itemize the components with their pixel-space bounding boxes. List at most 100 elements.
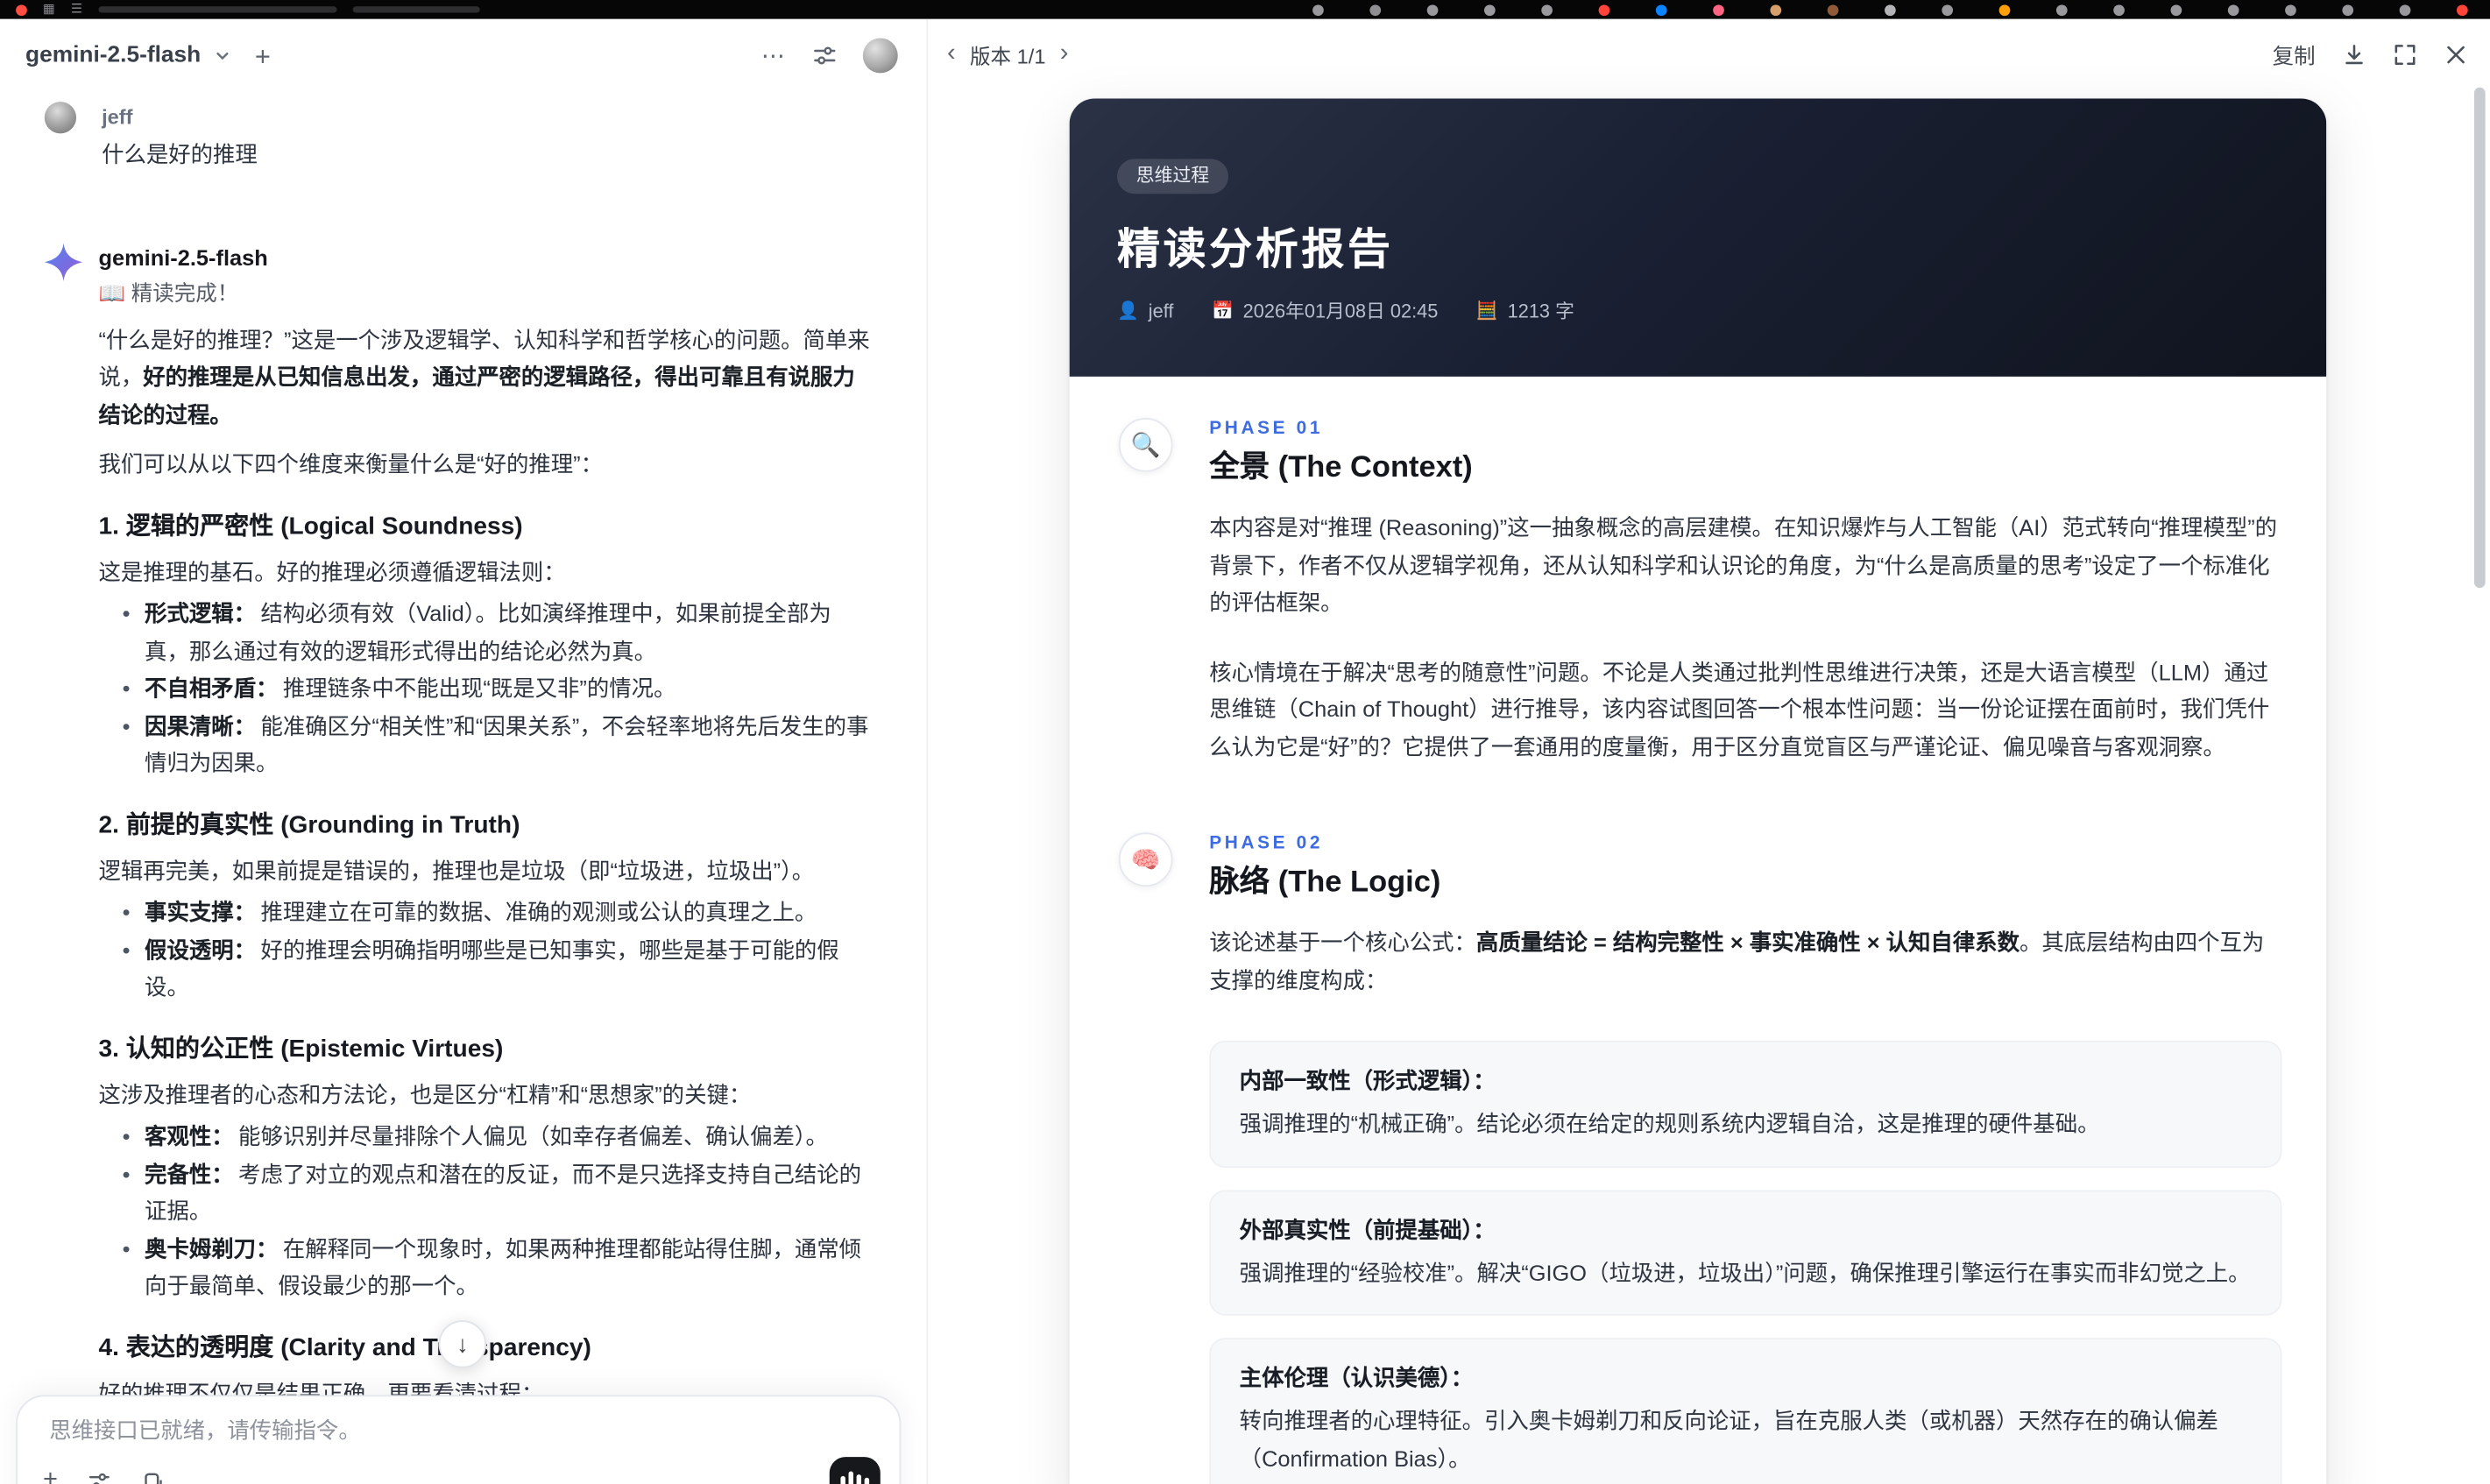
meta-author: 👤 jeff bbox=[1117, 299, 1174, 322]
magnifier-icon: 🔍 bbox=[1118, 418, 1173, 472]
arrow-down-icon: ↓ bbox=[456, 1330, 469, 1358]
phase-section-context: 🔍 PHASE 01 全景 (The Context) 本内容是对“推理 (Re… bbox=[1118, 418, 2282, 766]
phase-label: PHASE 02 bbox=[1209, 834, 1324, 853]
section-heading: 2. 前提的真实性 (Grounding in Truth) bbox=[98, 810, 520, 838]
chat-header-actions: ⋯ bbox=[761, 38, 898, 74]
chat-header: gemini-2.5-flash + ⋯ bbox=[0, 19, 926, 92]
artifact-toolbar: ‹ 版本 1/1 › 复制 bbox=[928, 19, 2490, 89]
attach-plus-button[interactable]: + bbox=[43, 1467, 58, 1484]
menubar-app-icon[interactable] bbox=[1942, 4, 1954, 16]
menubar-app-icon[interactable] bbox=[1770, 4, 1782, 16]
next-version-button[interactable]: › bbox=[1060, 40, 1069, 67]
waveform-icon bbox=[840, 1475, 845, 1484]
artifact-card: 思维过程 精读分析报告 👤 jeff 📅 2026年01月08日 02:45 🧮… bbox=[1069, 98, 2327, 1484]
section-intro: 逻辑再完美，如果前提是错误的，推理也是垃圾（即“垃圾进，垃圾出”）。 bbox=[98, 857, 815, 883]
assistant-paragraph: 我们可以从以下四个维度来衡量什么是“好的推理”： bbox=[98, 451, 603, 477]
menubar-app-icon[interactable] bbox=[2456, 4, 2468, 16]
system-menubar: ▦ ☰ bbox=[0, 0, 2490, 19]
menu-icon[interactable]: ☰ bbox=[71, 3, 82, 17]
user-message-avatar bbox=[44, 102, 77, 134]
completion-status: 📖 精读完成！ bbox=[98, 280, 239, 305]
model-name: gemini-2.5-flash bbox=[25, 42, 202, 68]
prev-version-button[interactable]: ‹ bbox=[947, 40, 956, 67]
menubar-app-icon[interactable] bbox=[1655, 4, 1667, 16]
bullet-list: 事实支撑：推理建立在可靠的数据、准确的观测或公认的真理之上。 假设透明：好的推理… bbox=[98, 894, 875, 1007]
chevron-down-icon bbox=[217, 53, 230, 60]
report-hero: 思维过程 精读分析报告 👤 jeff 📅 2026年01月08日 02:45 🧮… bbox=[1069, 98, 2327, 377]
menubar-app-icon[interactable] bbox=[1426, 4, 1439, 16]
settings-sliders-icon[interactable] bbox=[812, 43, 838, 68]
scrollbar-thumb[interactable] bbox=[2473, 87, 2486, 589]
menubar-app-icon[interactable] bbox=[2227, 4, 2239, 16]
voice-input-button[interactable] bbox=[829, 1457, 881, 1484]
list-item: 形式逻辑：结构必须有效（Valid）。比如演绎推理中，如果前提全部为真，那么通过… bbox=[123, 596, 876, 670]
record-icon[interactable] bbox=[16, 4, 27, 16]
phase-paragraph: 该论述基于一个核心公式：高质量结论 = 结构完整性 × 事实准确性 × 认知自律… bbox=[1209, 929, 2265, 993]
abacus-icon: 🧮 bbox=[1475, 301, 1498, 322]
menubar-status-icons bbox=[1312, 4, 2474, 16]
menubar-app-icon[interactable] bbox=[1541, 4, 1553, 16]
meta-date: 📅 2026年01月08日 02:45 bbox=[1211, 300, 1439, 323]
report-meta: 👤 jeff 📅 2026年01月08日 02:45 🧮 1213 字 bbox=[1117, 297, 2279, 324]
menubar-app-icon[interactable] bbox=[1598, 4, 1610, 16]
bullet-list: 形式逻辑：结构必须有效（Valid）。比如演绎推理中，如果前提全部为真，那么通过… bbox=[98, 596, 875, 782]
user-message: jeff 什么是好的推理 bbox=[44, 102, 876, 174]
version-navigator: ‹ 版本 1/1 › bbox=[947, 39, 1068, 68]
section-heading: 1. 逻辑的严密性 (Logical Soundness) bbox=[98, 512, 523, 540]
close-icon[interactable] bbox=[2444, 42, 2467, 66]
menubar-app-icon[interactable] bbox=[2170, 4, 2182, 16]
gemini-star-icon bbox=[44, 242, 83, 281]
section-intro: 这是推理的基石。好的推理必须遵循逻辑法则： bbox=[98, 558, 566, 584]
artifact-actions: 复制 bbox=[2273, 39, 2468, 70]
dimension-card: 主体伦理（认识美德）： 转向推理者的心理特征。引入奥卡姆剃刀和反向论证，旨在克服… bbox=[1209, 1338, 2282, 1484]
brain-icon: 🧠 bbox=[1118, 832, 1173, 887]
chat-panel: gemini-2.5-flash + ⋯ jeff 什么是好的推理 gemini… bbox=[0, 18, 927, 1484]
menubar-app-icon[interactable] bbox=[1885, 4, 1896, 16]
report-body: 🔍 PHASE 01 全景 (The Context) 本内容是对“推理 (Re… bbox=[1070, 377, 2327, 1484]
section-heading: 3. 认知的公正性 (Epistemic Virtues) bbox=[98, 1035, 504, 1063]
user-avatar[interactable] bbox=[862, 38, 898, 74]
menubar-app-icon[interactable] bbox=[1827, 4, 1839, 16]
clipboard-icon[interactable] bbox=[142, 1469, 166, 1484]
message-author: jeff bbox=[102, 104, 133, 129]
screen: ▦ ☰ gemini-2.5-flash + ⋯ jeff 什么是好的推理 ge… bbox=[0, 0, 2490, 1484]
list-item: 不自相矛盾：推理链条中不能出现“既是又非”的情况。 bbox=[123, 670, 876, 708]
report-badge: 思维过程 bbox=[1117, 159, 1228, 194]
download-icon[interactable] bbox=[2342, 42, 2366, 66]
menubar-app-icon[interactable] bbox=[2285, 4, 2296, 16]
grid-icon[interactable]: ▦ bbox=[43, 3, 55, 17]
menubar-app-icon[interactable] bbox=[2342, 4, 2354, 16]
scroll-to-bottom-button[interactable]: ↓ bbox=[438, 1320, 486, 1368]
copy-button[interactable]: 复制 bbox=[2273, 39, 2316, 70]
list-item: 因果清晰：能准确区分“相关性”和“因果关系”，不会轻率地将先后发生的事情归为因果… bbox=[123, 708, 876, 782]
model-switcher[interactable]: gemini-2.5-flash + bbox=[25, 42, 271, 69]
list-item: 事实支撑：推理建立在可靠的数据、准确的观测或公认的真理之上。 bbox=[123, 894, 876, 932]
phase-section-logic: 🧠 PHASE 02 脉络 (The Logic) 该论述基于一个核心公式：高质… bbox=[1118, 832, 2282, 1484]
dimension-cards: 内部一致性（形式逻辑）： 强调推理的“机械正确”。结论必须在给定的规则系统内逻辑… bbox=[1209, 1040, 2282, 1484]
message-author: gemini-2.5-flash bbox=[98, 244, 268, 270]
artifact-panel: ‹ 版本 1/1 › 复制 思维过程 精读分析报告 👤 jeff 📅 2026年… bbox=[926, 18, 2490, 1484]
menubar-app-icon[interactable] bbox=[2113, 4, 2125, 16]
menubar-app-icon[interactable] bbox=[2399, 4, 2411, 16]
section-intro: 这涉及推理者的心态和方法论，也是区分“杠精”和“思想家”的关键： bbox=[98, 1081, 752, 1107]
chat-message-list[interactable]: jeff 什么是好的推理 gemini-2.5-flash 📖 精读完成！ “什… bbox=[0, 92, 926, 1484]
fullscreen-icon[interactable] bbox=[2393, 42, 2416, 66]
phase-title: 脉络 (The Logic) bbox=[1209, 866, 1441, 900]
more-options-button[interactable]: ⋯ bbox=[761, 44, 787, 67]
phase-paragraph: 本内容是对“推理 (Reasoning)”这一抽象概念的高层建模。在知识爆炸与人… bbox=[1209, 514, 2278, 615]
message-input[interactable] bbox=[17, 1396, 900, 1443]
book-icon: 📖 bbox=[98, 280, 125, 305]
menubar-app-icon[interactable] bbox=[1312, 4, 1324, 16]
tune-sliders-icon[interactable] bbox=[88, 1469, 111, 1484]
new-chat-button[interactable]: + bbox=[255, 42, 271, 69]
menubar-app-icon[interactable] bbox=[1369, 4, 1382, 16]
menubar-app-icon[interactable] bbox=[1483, 4, 1496, 16]
person-icon: 👤 bbox=[1117, 301, 1139, 322]
menubar-app-icon[interactable] bbox=[2055, 4, 2068, 16]
menubar-app-icon[interactable] bbox=[1713, 4, 1724, 16]
menubar-app-icon[interactable] bbox=[1998, 4, 2011, 16]
list-item: 完备性：考虑了对立的观点和潜在的反证，而不是只选择支持自己结论的证据。 bbox=[123, 1155, 876, 1230]
composer: + bbox=[16, 1395, 902, 1484]
menubar-title-placeholder bbox=[97, 6, 337, 13]
phase-paragraph: 核心情境在于解决“思考的随意性”问题。不论是人类通过批判性思维进行决策，还是大语… bbox=[1209, 658, 2270, 760]
